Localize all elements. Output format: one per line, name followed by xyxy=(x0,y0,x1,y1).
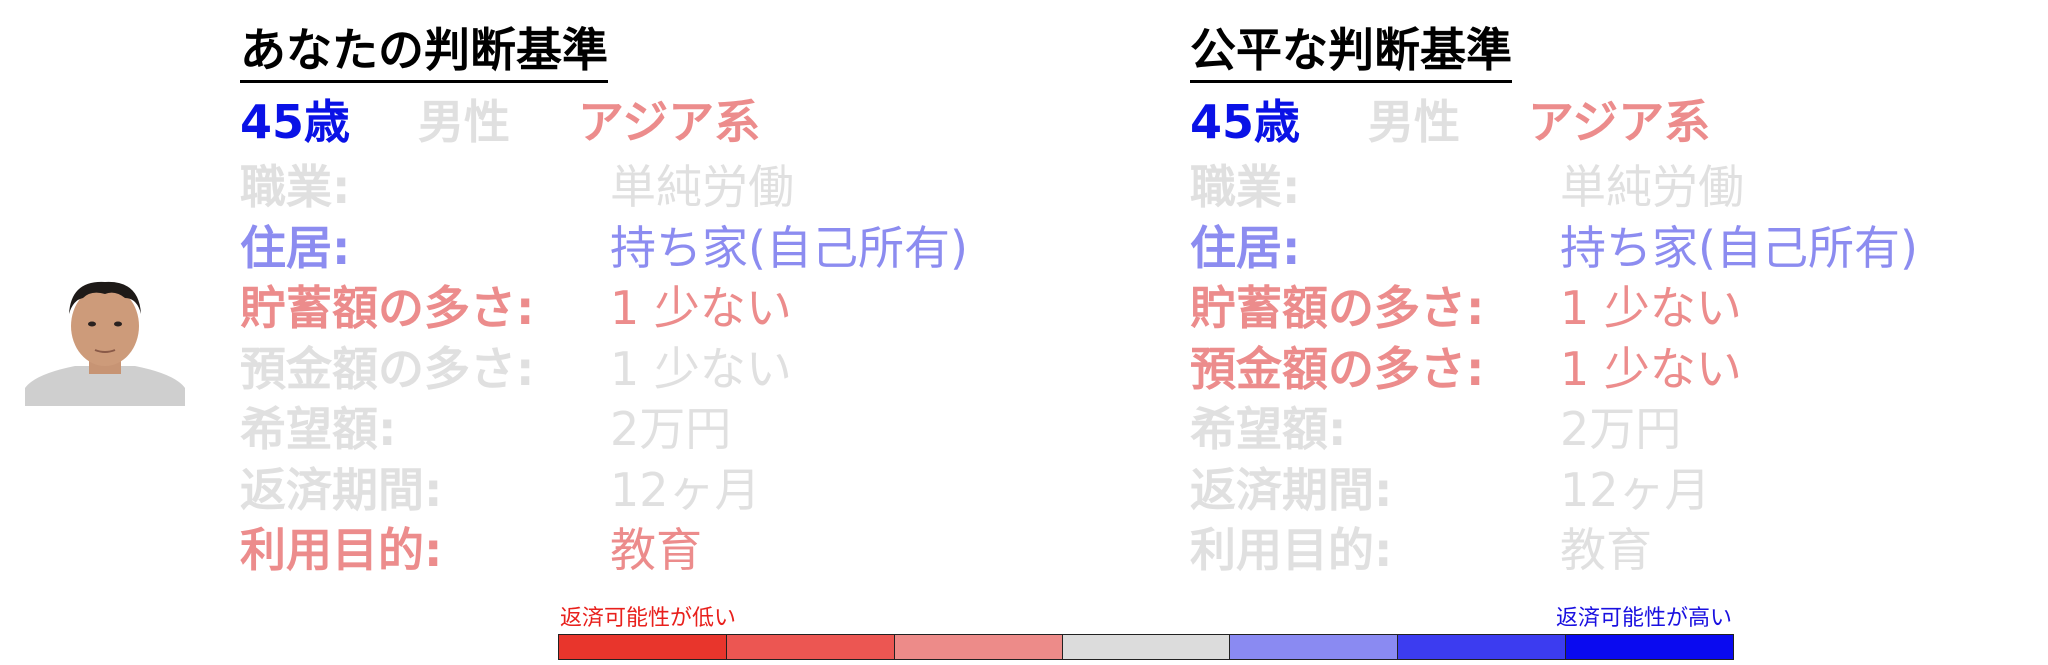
applicant-photo xyxy=(25,268,185,406)
attribute-row-occupation: 職業: 単純労働 xyxy=(1190,157,1970,218)
demographics: 45歳 男性 アジア系 xyxy=(1190,91,1970,153)
attribute-value: 1 少ない xyxy=(1560,341,1742,396)
attribute-label: 住居: xyxy=(240,220,351,275)
attribute-value: 12ヶ月 xyxy=(610,462,761,517)
attribute-label: 預金額の多さ: xyxy=(240,341,535,396)
attribute-row-purpose: 利用目的: 教育 xyxy=(240,520,1020,581)
scale-segment-slightly-low xyxy=(894,635,1063,659)
attribute-row-repayment-period: 返済期間: 12ヶ月 xyxy=(240,460,1020,521)
attribute-value: 単純労働 xyxy=(610,160,794,214)
attribute-value: 2万円 xyxy=(610,402,732,456)
attribute-value: 1 少ない xyxy=(1560,281,1742,335)
age: 45歳 xyxy=(1190,95,1301,149)
scale-high-caption: 返済可能性が高い xyxy=(1555,606,1732,631)
attribute-value: 教育 xyxy=(1560,523,1652,577)
attribute-list: 職業: 単純労働 住居: 持ち家(自己所有) 貯蓄額の多さ: 1 少ない 預金額… xyxy=(240,157,1020,581)
panel-title: あなたの判断基準 xyxy=(240,22,608,83)
scale-segment-slightly-high xyxy=(1230,635,1399,659)
attribute-value: 2万円 xyxy=(1560,402,1682,456)
attribute-label: 利用目的: xyxy=(240,523,443,577)
scale-segment-high xyxy=(1398,635,1567,659)
age: 45歳 xyxy=(240,95,351,149)
attribute-value: 持ち家(自己所有) xyxy=(610,220,968,275)
ethnicity: アジア系 xyxy=(1528,95,1711,149)
attribute-label: 貯蓄額の多さ: xyxy=(1190,281,1485,335)
attribute-row-savings: 貯蓄額の多さ: 1 少ない xyxy=(240,278,1020,339)
attribute-label: 預金額の多さ: xyxy=(1190,341,1485,396)
attribute-row-deposits: 預金額の多さ: 1 少ない xyxy=(1190,339,1970,400)
left-criteria-panel: あなたの判断基準 45歳 男性 アジア系 職業: 単純労働 住居: 持ち家(自己… xyxy=(240,22,1020,581)
attribute-row-deposits: 預金額の多さ: 1 少ない xyxy=(240,339,1020,400)
attribute-value: 1 少ない xyxy=(610,281,792,335)
attribute-row-requested-amount: 希望額: 2万円 xyxy=(1190,399,1970,460)
attribute-row-housing: 住居: 持ち家(自己所有) xyxy=(1190,218,1970,279)
attribute-value: 単純労働 xyxy=(1560,160,1744,214)
attribute-label: 職業: xyxy=(1190,160,1301,214)
attribute-row-purpose: 利用目的: 教育 xyxy=(1190,520,1970,581)
scale-low-caption: 返済可能性が低い xyxy=(560,606,737,631)
gender: 男性 xyxy=(1368,95,1461,149)
right-criteria-panel: 公平な判断基準 45歳 男性 アジア系 職業: 単純労働 住居: 持ち家(自己所… xyxy=(1190,22,1970,581)
attribute-value: 教育 xyxy=(610,523,702,577)
attribute-label: 住居: xyxy=(1190,220,1301,275)
attribute-label: 希望額: xyxy=(240,402,397,456)
attribute-row-savings: 貯蓄額の多さ: 1 少ない xyxy=(1190,278,1970,339)
attribute-value: 1 少ない xyxy=(610,341,792,396)
ethnicity: アジア系 xyxy=(578,95,761,149)
attribute-label: 職業: xyxy=(240,160,351,214)
scale-segment-very-low xyxy=(559,635,727,659)
attribute-row-occupation: 職業: 単純労働 xyxy=(240,157,1020,218)
attribute-row-housing: 住居: 持ち家(自己所有) xyxy=(240,218,1020,279)
attribute-value: 12ヶ月 xyxy=(1560,462,1711,517)
attribute-list: 職業: 単純労働 住居: 持ち家(自己所有) 貯蓄額の多さ: 1 少ない 預金額… xyxy=(1190,157,1970,581)
attribute-label: 利用目的: xyxy=(1190,523,1393,577)
attribute-label: 貯蓄額の多さ: xyxy=(240,281,535,335)
attribute-label: 返済期間: xyxy=(1190,462,1393,517)
panel-title: 公平な判断基準 xyxy=(1190,22,1512,83)
repayment-likelihood-scale: 返済可能性が低い 返済可能性が高い xyxy=(558,604,1734,660)
demographics: 45歳 男性 アジア系 xyxy=(240,91,1020,153)
gender: 男性 xyxy=(418,95,511,149)
scale-segment-very-high xyxy=(1566,635,1734,659)
attribute-label: 返済期間: xyxy=(240,462,443,517)
attribute-label: 希望額: xyxy=(1190,402,1347,456)
scale-segment-low xyxy=(726,635,895,659)
scale-segment-neutral xyxy=(1062,635,1231,659)
attribute-row-repayment-period: 返済期間: 12ヶ月 xyxy=(1190,460,1970,521)
scale-bar xyxy=(558,634,1734,660)
attribute-row-requested-amount: 希望額: 2万円 xyxy=(240,399,1020,460)
attribute-value: 持ち家(自己所有) xyxy=(1560,220,1918,275)
